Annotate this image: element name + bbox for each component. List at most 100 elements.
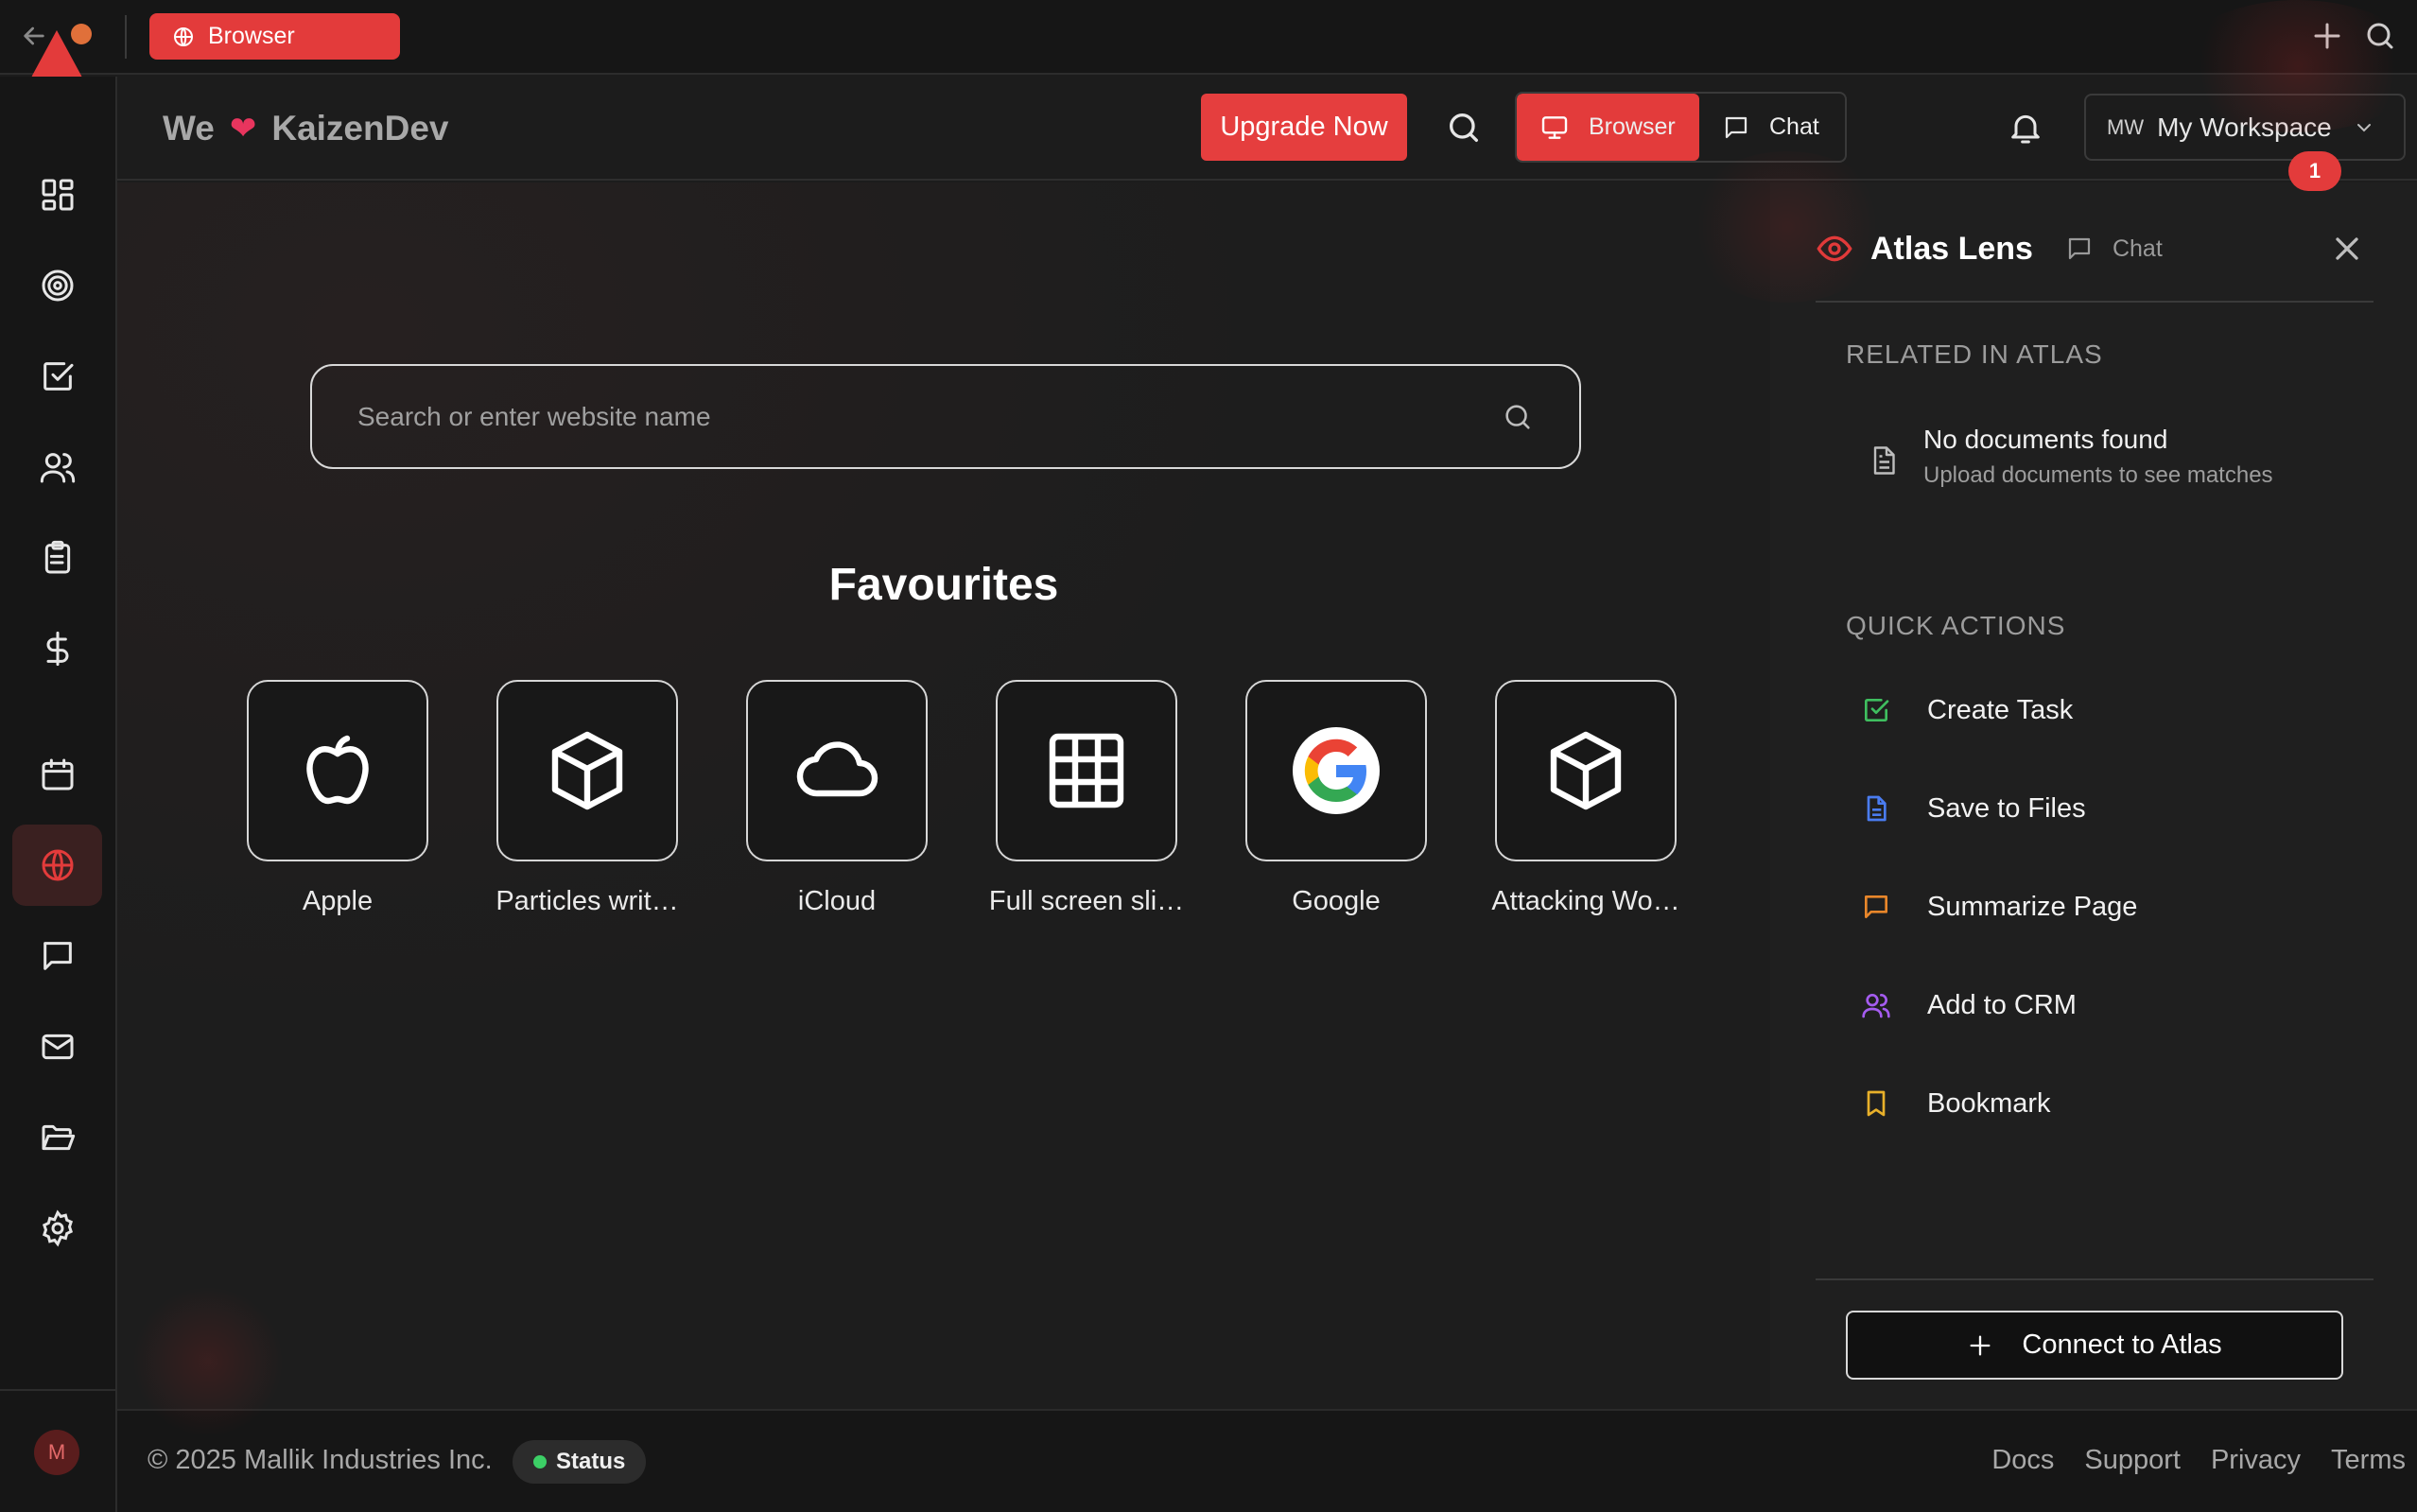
quick-action-label: Create Task bbox=[1927, 694, 2074, 725]
favourite-item[interactable]: Particles writ… bbox=[478, 680, 696, 917]
brand-name: KaizenDev bbox=[271, 109, 449, 148]
panel-chat-label: Chat bbox=[2112, 235, 2163, 262]
search-icon[interactable] bbox=[1502, 401, 1534, 433]
chat-icon bbox=[1725, 116, 1748, 138]
footer-links: Docs Support Privacy Terms bbox=[1991, 1445, 2406, 1476]
sidebar-item-goals[interactable] bbox=[12, 245, 102, 326]
quick-action-bookmark[interactable]: Bookmark bbox=[1861, 1080, 2051, 1127]
favourite-label: Google bbox=[1292, 886, 1381, 916]
dashboard-icon bbox=[42, 179, 73, 211]
plus-icon[interactable] bbox=[2310, 19, 2344, 53]
document-icon bbox=[1873, 446, 1895, 475]
chevron-down-icon bbox=[2356, 123, 2371, 131]
mode-chat-button[interactable]: Chat bbox=[1699, 94, 1842, 161]
tab-label: Browser bbox=[208, 23, 295, 49]
calendar-icon bbox=[42, 758, 73, 791]
quick-action-add-to-crm[interactable]: Add to CRM bbox=[1861, 982, 2077, 1029]
dollar-icon bbox=[46, 631, 68, 667]
url-search-input[interactable] bbox=[357, 401, 1502, 432]
chat-icon bbox=[43, 942, 72, 970]
tab-browser[interactable]: Browser bbox=[149, 13, 400, 60]
favourite-tile[interactable] bbox=[247, 680, 428, 861]
upgrade-button[interactable]: Upgrade Now bbox=[1201, 94, 1407, 161]
mode-browser-label: Browser bbox=[1589, 113, 1676, 140]
tabbar-separator bbox=[125, 15, 127, 59]
favourite-tile[interactable] bbox=[996, 680, 1177, 861]
chat-icon bbox=[2068, 237, 2091, 260]
panel-chat-tab[interactable]: Chat bbox=[2065, 235, 2163, 263]
quick-action-label: Save to Files bbox=[1927, 792, 2086, 824]
settings-icon bbox=[42, 1209, 73, 1247]
favourite-tile[interactable] bbox=[496, 680, 678, 861]
avatar[interactable]: M bbox=[34, 1430, 79, 1475]
cube-icon bbox=[551, 731, 623, 810]
sidebar-item-tasks[interactable] bbox=[12, 336, 102, 417]
workspace-selector[interactable]: MW My Workspace bbox=[2084, 94, 2406, 161]
target-icon bbox=[42, 269, 73, 302]
favourite-tile[interactable] bbox=[1495, 680, 1677, 861]
quick-action-label: Add to CRM bbox=[1927, 989, 2077, 1020]
bookmark-icon bbox=[1867, 1090, 1886, 1117]
favourite-item[interactable]: Google bbox=[1227, 680, 1445, 917]
brand: We ❤ KaizenDev bbox=[163, 105, 448, 152]
sidebar-item-dashboard[interactable] bbox=[12, 154, 102, 235]
cloud-icon bbox=[796, 741, 878, 797]
sidebar-divider bbox=[0, 1389, 115, 1391]
browser-content: Favourites Apple Particles writ… iCloud bbox=[117, 182, 1770, 1409]
footer-link-privacy[interactable]: Privacy bbox=[2211, 1445, 2301, 1476]
file-icon bbox=[1867, 795, 1887, 822]
favourite-item[interactable]: Full screen sli… bbox=[978, 680, 1195, 917]
quick-action-save-to-files[interactable]: Save to Files bbox=[1861, 785, 2086, 832]
sidebar-item-calendar[interactable] bbox=[12, 734, 102, 815]
favourite-tile[interactable] bbox=[746, 680, 928, 861]
app-window: Browser M We ❤ KaizenDev Upgrade Now Bro… bbox=[0, 0, 2417, 1512]
status-badge[interactable]: Status bbox=[513, 1440, 647, 1484]
bell-icon[interactable] bbox=[2007, 109, 2044, 147]
search-icon[interactable] bbox=[1445, 109, 1483, 147]
sidebar-item-browser[interactable] bbox=[12, 825, 102, 906]
clipboard-icon bbox=[44, 540, 70, 574]
favourite-tile[interactable] bbox=[1245, 680, 1427, 861]
mode-browser-button[interactable]: Browser bbox=[1517, 94, 1699, 161]
sidebar: M bbox=[0, 77, 117, 1512]
close-icon[interactable] bbox=[2328, 230, 2366, 268]
globe-icon bbox=[42, 849, 73, 881]
sidebar-item-contacts[interactable] bbox=[12, 426, 102, 508]
footer-link-terms[interactable]: Terms bbox=[2331, 1445, 2406, 1476]
footer-link-support[interactable]: Support bbox=[2084, 1445, 2181, 1476]
sidebar-item-clipboard[interactable] bbox=[12, 517, 102, 599]
status-dot bbox=[533, 1455, 547, 1469]
favourite-item[interactable]: Apple bbox=[229, 680, 446, 917]
grid-icon bbox=[1049, 733, 1124, 808]
quick-action-summarize-page[interactable]: Summarize Page bbox=[1861, 883, 2137, 930]
panel-header: Atlas Lens Chat bbox=[1816, 220, 2374, 277]
favourite-item[interactable]: iCloud bbox=[728, 680, 946, 917]
monitor-icon bbox=[1541, 115, 1568, 139]
connect-label: Connect to Atlas bbox=[2022, 1330, 2222, 1360]
sidebar-item-mail[interactable] bbox=[12, 1006, 102, 1087]
search-icon[interactable] bbox=[2363, 19, 2397, 53]
sidebar-item-files[interactable] bbox=[12, 1097, 102, 1178]
no-documents-message: No documents found Upload documents to s… bbox=[1846, 425, 2356, 500]
connect-to-atlas-button[interactable]: Connect to Atlas bbox=[1846, 1311, 2343, 1380]
cube-icon bbox=[1550, 731, 1622, 810]
quick-action-create-task[interactable]: Create Task bbox=[1861, 686, 2073, 734]
panel-title: Atlas Lens bbox=[1870, 230, 2033, 267]
favourite-label: Apple bbox=[302, 886, 374, 916]
quick-actions-title: QUICK ACTIONS bbox=[1846, 611, 2066, 640]
favourite-label: iCloud bbox=[797, 886, 877, 916]
message-icon bbox=[1865, 895, 1887, 918]
url-search-bar bbox=[310, 364, 1581, 469]
sidebar-item-settings[interactable] bbox=[12, 1188, 102, 1269]
related-title: RELATED IN ATLAS bbox=[1846, 339, 2103, 369]
copyright: © 2025 Mallik Industries Inc. bbox=[148, 1445, 493, 1475]
favourite-item[interactable]: Attacking Wo… bbox=[1477, 680, 1695, 917]
tab-strip: Browser bbox=[0, 0, 2417, 79]
users-icon bbox=[40, 453, 75, 483]
sidebar-item-chat[interactable] bbox=[12, 915, 102, 997]
google-icon bbox=[1293, 727, 1380, 814]
footer: © 2025 Mallik Industries Inc. Status Doc… bbox=[117, 1409, 2417, 1512]
sidebar-item-finance[interactable] bbox=[12, 608, 102, 689]
workspace-initials: MW bbox=[2107, 114, 2145, 139]
footer-link-docs[interactable]: Docs bbox=[1991, 1445, 2054, 1476]
